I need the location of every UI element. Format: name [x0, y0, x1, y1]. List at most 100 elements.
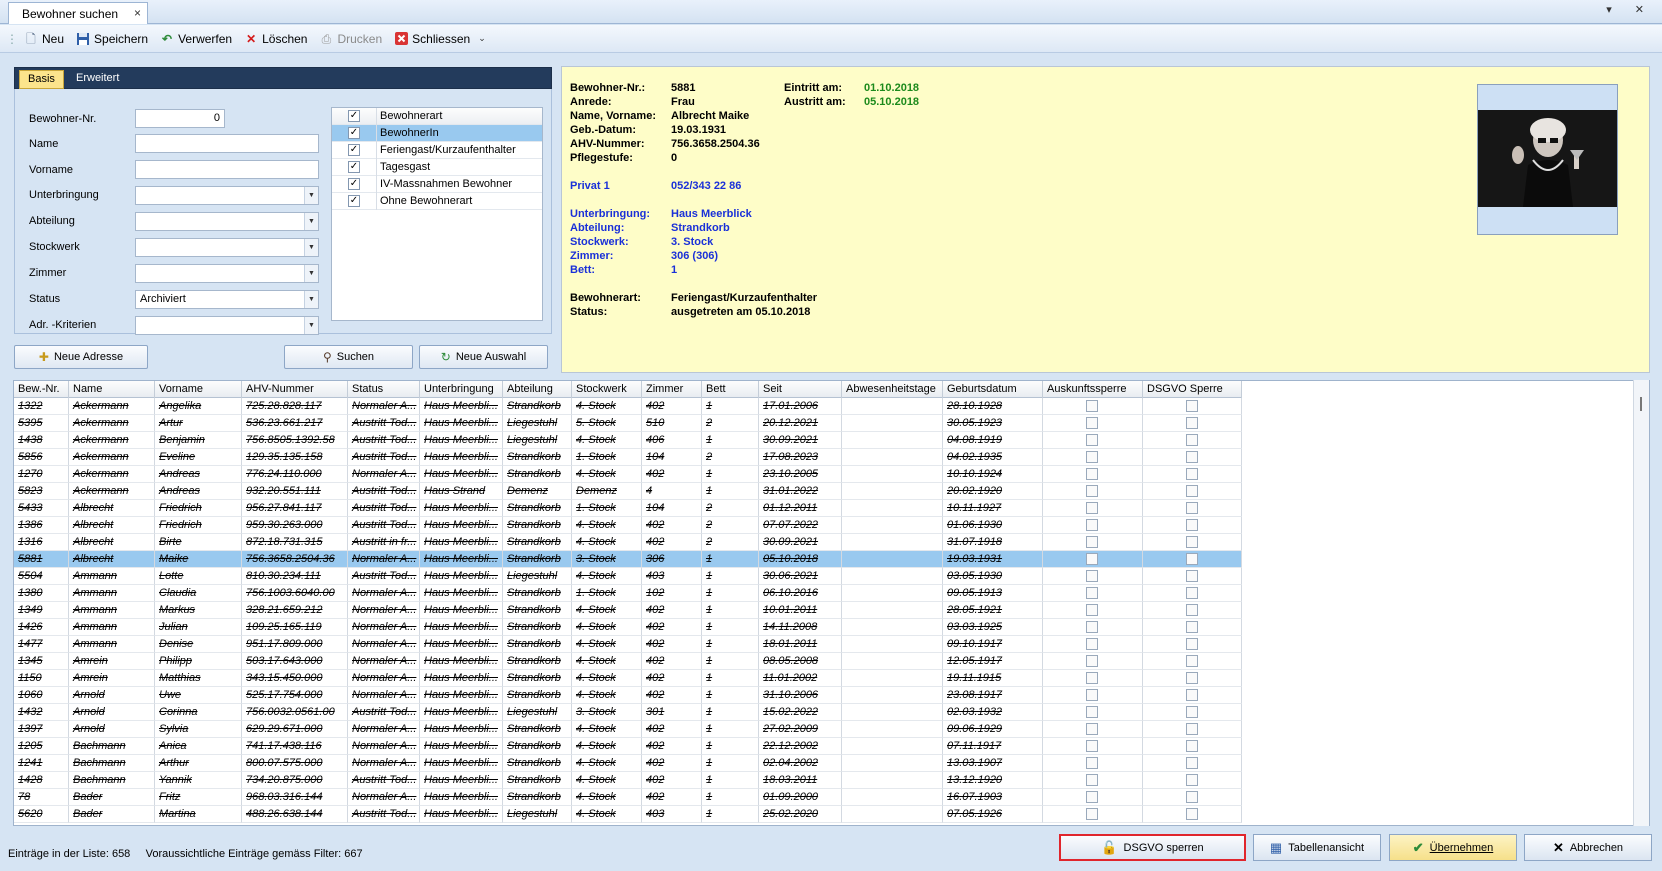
checkbox[interactable] [1086, 604, 1098, 616]
tab-basis[interactable]: Basis [19, 70, 64, 89]
checkbox[interactable] [1086, 502, 1098, 514]
checkbox[interactable] [1086, 689, 1098, 701]
toolbar-overflow-icon[interactable]: ⌄ [478, 33, 486, 44]
checkbox[interactable] [1086, 400, 1098, 412]
column-header[interactable]: DSGVO Sperre [1143, 381, 1242, 398]
tab-bewohner-suchen[interactable]: Bewohner suchen × [8, 2, 148, 24]
dsgvo-sperren-button[interactable]: 🔓 DSGVO sperren [1059, 834, 1246, 861]
stockwerk-select[interactable]: ▼ [135, 238, 319, 257]
save-button[interactable]: Speichern [76, 32, 148, 46]
unterbringung-select[interactable]: ▼ [135, 186, 319, 205]
table-row[interactable]: 1205 Bachmann Anica 741.17.438.116 Normaler … [14, 738, 1242, 755]
checkbox[interactable] [1186, 689, 1198, 701]
checkbox[interactable] [1086, 553, 1098, 565]
checkbox[interactable] [1086, 672, 1098, 684]
close-button[interactable]: Schliessen [394, 31, 470, 46]
print-button[interactable]: ⎙ Drucken [319, 32, 383, 46]
table-row[interactable]: 1397 Arnold Sylvia 629.29.671.000 Normaler A… [14, 721, 1242, 738]
checkbox[interactable] [1186, 808, 1198, 820]
list-item[interactable]: ✓ IV-Massnahmen Bewohner [332, 176, 542, 193]
column-header[interactable]: Name [69, 381, 155, 398]
checkbox[interactable] [1186, 451, 1198, 463]
table-row[interactable]: 1428 Bachmann Yannik 734.20.875.000 Austritt… [14, 772, 1242, 789]
vorname-input[interactable] [135, 160, 319, 179]
checkbox-checked-icon[interactable]: ✓ [348, 144, 360, 156]
new-button[interactable]: 🗋 Neu [24, 32, 64, 46]
chevron-down-icon[interactable]: ▼ [304, 187, 318, 204]
table-row[interactable]: 1386 Albrecht Friedrich 959.30.263.000 Austr… [14, 517, 1242, 534]
table-row[interactable]: 1432 Arnold Corinna 756.0032.0561.00 Austrit… [14, 704, 1242, 721]
tabellenansicht-button[interactable]: ▦ Tabellenansicht [1253, 834, 1381, 861]
table-row[interactable]: 1241 Bachmann Arthur 800.07.575.000 Normaler… [14, 755, 1242, 772]
column-header[interactable]: Zimmer [642, 381, 702, 398]
checkbox-checked-icon[interactable]: ✓ [348, 110, 360, 122]
checkbox-checked-icon[interactable]: ✓ [348, 178, 360, 190]
checkbox[interactable] [1186, 519, 1198, 531]
table-row[interactable]: 1477 Ammann Denise 951.17.809.000 Normaler A… [14, 636, 1242, 653]
checkbox-checked-icon[interactable]: ✓ [348, 195, 360, 207]
checkbox[interactable] [1086, 723, 1098, 735]
checkbox[interactable] [1186, 604, 1198, 616]
checkbox[interactable] [1186, 468, 1198, 480]
checkbox[interactable] [1186, 434, 1198, 446]
checkbox[interactable] [1086, 451, 1098, 463]
discard-button[interactable]: ↶ Verwerfen [160, 32, 232, 46]
table-row[interactable]: 1322 Ackermann Angelika 725.28.828.117 Norma… [14, 398, 1242, 415]
checkbox[interactable] [1186, 723, 1198, 735]
column-header[interactable]: Unterbringung [420, 381, 503, 398]
table-row[interactable]: 78 Bader Fritz 968.03.316.144 Normaler A... H… [14, 789, 1242, 806]
checkbox[interactable] [1086, 536, 1098, 548]
checkbox[interactable] [1086, 740, 1098, 752]
status-select[interactable]: Archiviert ▼ [135, 290, 319, 309]
column-header[interactable]: Vorname [155, 381, 242, 398]
checkbox[interactable] [1186, 417, 1198, 429]
checkbox[interactable] [1086, 774, 1098, 786]
checkbox[interactable] [1086, 434, 1098, 446]
checkbox[interactable] [1086, 706, 1098, 718]
checkbox[interactable] [1086, 587, 1098, 599]
checkbox[interactable] [1186, 706, 1198, 718]
checkbox-checked-icon[interactable]: ✓ [348, 161, 360, 173]
table-row[interactable]: 5433 Albrecht Friedrich 956.27.841.117 Austr… [14, 500, 1242, 517]
suchen-button[interactable]: ⚲ Suchen [284, 345, 413, 369]
delete-button[interactable]: ✕ Löschen [244, 32, 307, 46]
table-row[interactable]: 5823 Ackermann Andreas 932.20.551.111 Austri… [14, 483, 1242, 500]
adr-kriterien-select[interactable]: ▼ [135, 316, 319, 335]
column-header[interactable]: Bett [702, 381, 759, 398]
table-row[interactable]: 1270 Ackermann Andreas 776.24.110.000 Normal… [14, 466, 1242, 483]
tab-erweitert[interactable]: Erweitert [68, 70, 127, 89]
table-row[interactable]: 5504 Ammann Lotte 810.30.234.111 Austritt To… [14, 568, 1242, 585]
neue-adresse-button[interactable]: ✚ Neue Adresse [14, 345, 148, 369]
checkbox[interactable] [1086, 519, 1098, 531]
chevron-down-icon[interactable]: ▼ [304, 213, 318, 230]
checkbox[interactable] [1186, 587, 1198, 599]
chevron-down-icon[interactable]: ▼ [304, 291, 318, 308]
checkbox[interactable] [1186, 638, 1198, 650]
checkbox[interactable] [1186, 655, 1198, 667]
column-header[interactable]: Abteilung [503, 381, 572, 398]
scrollbar-thumb[interactable] [1640, 397, 1642, 411]
column-header[interactable]: Stockwerk [572, 381, 642, 398]
column-header[interactable]: Geburtsdatum [943, 381, 1043, 398]
checkbox[interactable] [1186, 757, 1198, 769]
checkbox[interactable] [1186, 485, 1198, 497]
table-row[interactable]: 5856 Ackermann Eveline 129.35.135.158 Austri… [14, 449, 1242, 466]
list-item[interactable]: ✓ BewohnerIn [332, 125, 542, 142]
list-header[interactable]: ✓ Bewohnerart [332, 108, 542, 125]
checkbox[interactable] [1186, 570, 1198, 582]
table-row[interactable]: 5881 Albrecht Maike 756.3658.2504.36 Normale… [14, 551, 1242, 568]
checkbox[interactable] [1186, 740, 1198, 752]
name-input[interactable] [135, 134, 319, 153]
table-row[interactable]: 1060 Arnold Uwe 525.17.754.000 Normaler A...… [14, 687, 1242, 704]
checkbox[interactable] [1186, 400, 1198, 412]
vertical-scrollbar[interactable] [1633, 380, 1649, 826]
abbrechen-button[interactable]: ✕ Abbrechen [1524, 834, 1652, 861]
window-controls[interactable]: ▾ ✕ [1606, 3, 1654, 16]
checkbox[interactable] [1186, 672, 1198, 684]
zimmer-select[interactable]: ▼ [135, 264, 319, 283]
checkbox[interactable] [1086, 417, 1098, 429]
list-item[interactable]: ✓ Feriengast/Kurzaufenthalter [332, 142, 542, 159]
checkbox[interactable] [1086, 638, 1098, 650]
list-item[interactable]: ✓ Ohne Bewohnerart [332, 193, 542, 210]
checkbox[interactable] [1086, 485, 1098, 497]
